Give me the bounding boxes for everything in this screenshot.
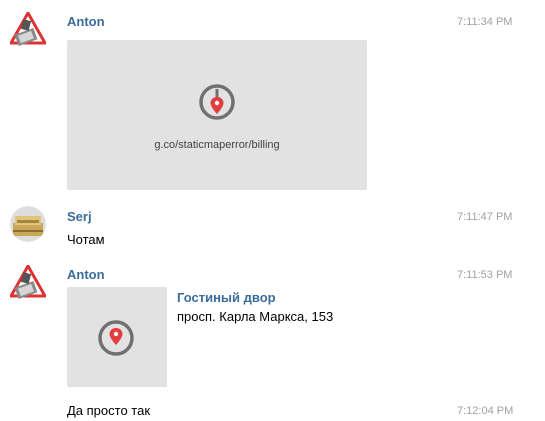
venue-map-thumbnail[interactable]	[67, 287, 167, 387]
message-timestamp: 7:12:04 PM	[457, 405, 514, 417]
venue-address: просп. Карла Маркса, 153	[177, 309, 334, 324]
road-sign-avatar-icon	[10, 12, 46, 47]
message-timestamp: 7:11:34 PM	[457, 16, 513, 28]
avatar[interactable]	[10, 206, 46, 242]
map-error-text: g.co/staticmaperror/billing	[154, 139, 280, 151]
message-author[interactable]: Anton	[67, 14, 105, 29]
message-text: Да просто так	[67, 403, 151, 418]
map-pin-icon	[98, 320, 134, 356]
message-text: Чотам	[67, 232, 105, 247]
message-author[interactable]: Serj	[67, 209, 92, 224]
venue-title[interactable]: Гостиный двор	[177, 290, 276, 305]
map-pin-icon	[199, 84, 235, 120]
gold-bars-avatar-icon	[10, 206, 46, 242]
message-author[interactable]: Anton	[67, 267, 105, 282]
road-sign-avatar-icon	[10, 265, 46, 300]
message-timestamp: 7:11:47 PM	[457, 211, 513, 223]
map-preview[interactable]: g.co/staticmaperror/billing	[67, 40, 367, 190]
avatar[interactable]	[10, 12, 46, 48]
message-timestamp: 7:11:53 PM	[457, 269, 513, 281]
avatar[interactable]	[10, 265, 46, 301]
